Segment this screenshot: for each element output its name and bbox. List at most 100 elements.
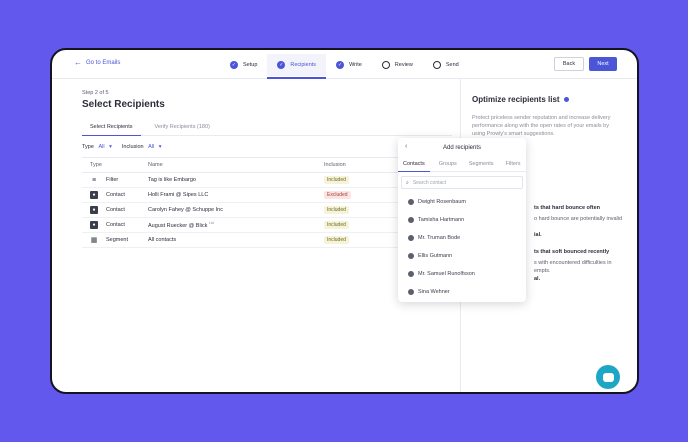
top-bar: ← Go to Emails ✓ Setup ✓ Recipients ✓ Wr… <box>52 50 637 79</box>
step-label: Setup <box>243 62 258 68</box>
type-filter-label: Type <box>82 144 94 150</box>
chevron-down-icon: ▾ <box>158 144 162 150</box>
row-name: All contacts <box>140 232 316 248</box>
recipients-table: Type Name Inclusion ≡ Filter Tag is like … <box>82 157 447 248</box>
chevron-left-icon[interactable]: ‹ <box>405 143 407 150</box>
inclusion-filter[interactable]: Inclusion All ▾ <box>122 144 162 150</box>
segment-icon: ▦ <box>90 237 98 244</box>
tab-filters[interactable]: Filters <box>501 158 526 171</box>
step-send[interactable]: Send <box>423 54 469 76</box>
tab-select-recipients[interactable]: Select Recipients <box>82 120 141 136</box>
tab-verify-recipients[interactable]: Verify Recipients (180) <box>147 120 218 135</box>
contact-icon: ● <box>90 221 98 229</box>
row-type: Contact <box>106 222 125 228</box>
inclusion-filter-label: Inclusion <box>121 144 144 150</box>
row-type: Contact <box>106 192 125 198</box>
info-icon[interactable] <box>563 97 569 102</box>
list-item[interactable]: Ellis Gutmann <box>398 247 526 265</box>
step-write[interactable]: ✓ Write <box>326 54 372 76</box>
back-button[interactable]: Back <box>554 57 584 71</box>
search-placeholder: Search contact <box>412 179 447 186</box>
contact-icon: ● <box>90 191 98 199</box>
contact-name: Mr. Samuel Runolfsson <box>418 271 475 277</box>
contact-name: Tamisha Hartmann <box>418 217 465 223</box>
table-row[interactable]: ▦ Segment All contacts Included <box>82 232 447 248</box>
list-item[interactable]: Mr. Samuel Runolfsson <box>398 265 526 283</box>
step-review[interactable]: Review <box>372 54 423 76</box>
tab-segments[interactable]: Segments <box>464 158 499 171</box>
soft-bounce-text-2: empts. <box>534 268 551 274</box>
row-type: Contact <box>106 207 125 213</box>
popup-tabs: Contacts Groups Segments Filters <box>398 158 526 172</box>
contact-name: Mr. Truman Bode <box>418 235 461 241</box>
avatar-icon <box>408 289 414 295</box>
chat-button[interactable] <box>596 365 620 389</box>
list-item[interactable]: Tamisha Hartmann <box>398 211 526 229</box>
next-button[interactable]: Next <box>589 57 617 71</box>
avatar-icon <box>408 271 414 277</box>
row-name: Tag is like Embargo <box>140 172 316 188</box>
soft-bounce-tail: al. <box>534 276 541 282</box>
company-tag: Ltd <box>208 221 214 226</box>
step-counter: Step 2 of 5 <box>82 90 109 96</box>
optimize-sidebar: Optimize recipients list Protect pricele… <box>472 95 622 138</box>
sidebar-title-text: Optimize recipients list <box>472 95 560 104</box>
popup-title: Add recipients <box>442 145 482 151</box>
stepper: ✓ Setup ✓ Recipients ✓ Write Review Send <box>220 54 469 79</box>
type-filter-value: All <box>98 144 105 150</box>
hard-bounce-text: o hard bounce are potentially invalid <box>534 216 623 222</box>
row-name: August Ruecker @ Blick <box>148 222 208 229</box>
table-row[interactable]: ≡ Filter Tag is like Embargo Included <box>82 172 447 188</box>
hard-bounce-tail: ial. <box>534 232 542 238</box>
contact-icon: ● <box>90 206 98 214</box>
tab-contacts[interactable]: Contacts <box>398 158 430 172</box>
check-icon: ✓ <box>277 61 286 69</box>
add-recipients-popup: ‹ Add recipients Contacts Groups Segment… <box>398 138 526 302</box>
search-contact-input[interactable]: ⌕ Search contact <box>401 176 523 189</box>
popup-header: ‹ Add recipients <box>398 138 526 158</box>
go-to-emails-link[interactable]: ← Go to Emails <box>74 59 121 67</box>
list-item[interactable]: Mr. Truman Bode <box>398 229 526 247</box>
hard-bounce-heading: ts that hard bounce often <box>534 205 600 211</box>
sidebar-title: Optimize recipients list <box>472 95 622 104</box>
inclusion-badge: Included <box>324 206 349 214</box>
app-window: ← Go to Emails ✓ Setup ✓ Recipients ✓ Wr… <box>50 48 639 394</box>
inclusion-badge: Included <box>324 221 349 229</box>
main-content: Step 2 of 5 Select Recipients Select Rec… <box>82 90 452 248</box>
soft-bounce-heading: ts that soft bounced recently <box>534 249 610 255</box>
inclusion-filter-value: All <box>148 144 155 150</box>
avatar-icon <box>408 253 414 259</box>
column-header-name: Name <box>140 157 316 173</box>
avatar-icon <box>408 235 414 241</box>
step-label: Write <box>349 62 362 68</box>
avatar-icon <box>408 199 414 205</box>
contact-name: Sina Wehner <box>418 289 450 295</box>
list-item[interactable]: Sina Wehner <box>398 283 526 301</box>
step-label: Recipients <box>290 62 317 68</box>
check-icon: ✓ <box>336 61 345 69</box>
search-icon: ⌕ <box>406 179 409 186</box>
avatar-icon <box>408 217 414 223</box>
page-title: Select Recipients <box>82 99 165 110</box>
table-row[interactable]: ● Contact Carolyn Fahey @ Schuppe Inc Inc… <box>82 202 447 218</box>
column-header-type: Type <box>82 157 140 173</box>
go-to-emails-label: Go to Emails <box>86 60 121 66</box>
row-type: Filter <box>106 177 119 183</box>
type-filter[interactable]: Type All ▾ <box>82 144 112 150</box>
contact-name: Dwight Rosenbaum <box>418 199 466 205</box>
filter-icon: ≡ <box>91 176 97 184</box>
list-item[interactable]: Dwight Rosenbaum <box>398 193 526 211</box>
inclusion-badge: Included <box>324 236 349 244</box>
step-label: Review <box>394 62 413 68</box>
table-row[interactable]: ● Contact August Ruecker @ Blick Ltd Incl… <box>82 217 447 233</box>
step-label: Send <box>445 62 459 68</box>
step-recipients[interactable]: ✓ Recipients <box>267 54 327 79</box>
step-setup[interactable]: ✓ Setup <box>220 54 267 76</box>
tab-groups[interactable]: Groups <box>434 158 462 171</box>
inclusion-badge: Excluded <box>324 191 351 199</box>
soft-bounce-text: s with encountered difficulties in <box>534 260 612 266</box>
check-icon: ✓ <box>230 61 238 69</box>
table-row[interactable]: ● Contact Holli Frami @ Sipes LLC Exclude… <box>82 187 447 203</box>
circle-icon <box>381 61 390 69</box>
row-name: Carolyn Fahey @ Schuppe Inc <box>140 202 316 218</box>
